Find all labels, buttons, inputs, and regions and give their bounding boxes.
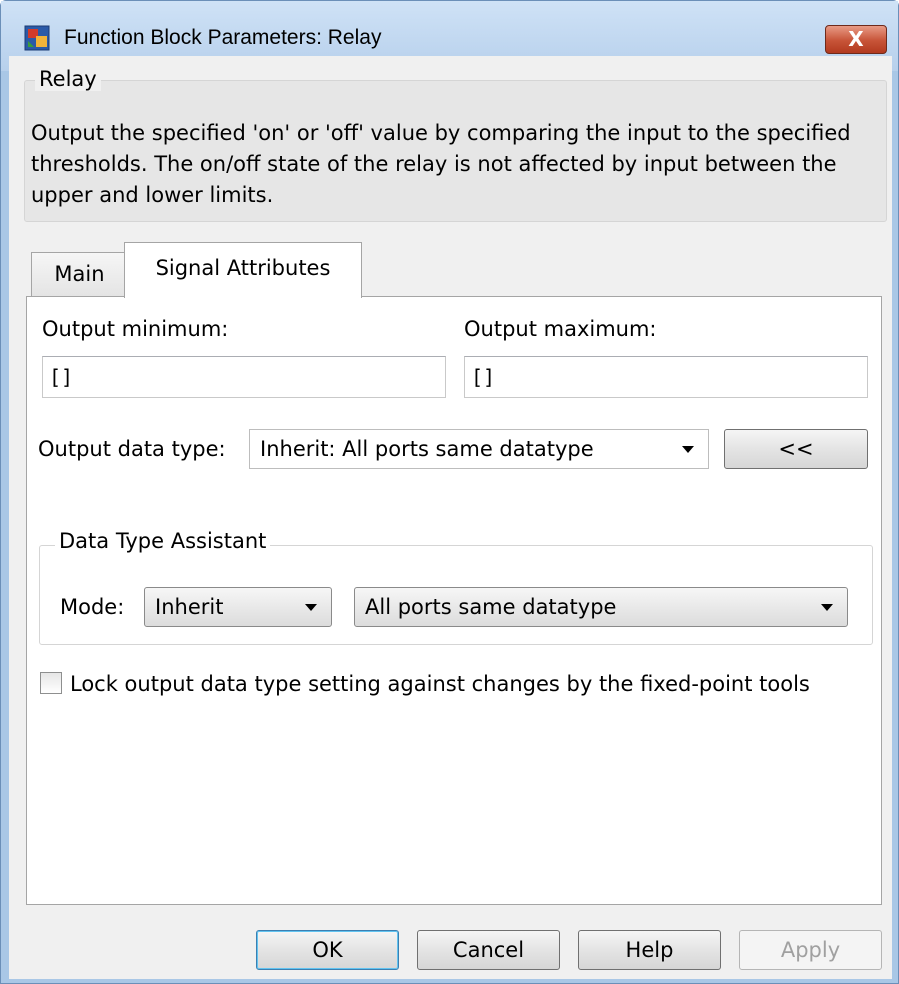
chevron-down-icon: [682, 446, 694, 453]
dialog-window: Function Block Parameters: Relay X Relay…: [0, 0, 899, 984]
apply-button[interactable]: Apply: [739, 930, 882, 970]
close-icon: X: [848, 27, 864, 51]
ok-button[interactable]: OK: [256, 930, 399, 970]
output-maximum-field[interactable]: []: [464, 356, 868, 398]
help-button[interactable]: Help: [578, 930, 721, 970]
inherit-rule-select[interactable]: All ports same datatype: [354, 587, 848, 627]
description-group-title: Relay: [35, 67, 101, 91]
output-data-type-label: Output data type:: [38, 437, 226, 461]
signal-attributes-panel: Output minimum: Output maximum: [] [] Ou…: [26, 296, 882, 905]
output-minimum-field[interactable]: []: [42, 356, 446, 398]
tab-signal-attributes[interactable]: Signal Attributes: [124, 242, 362, 298]
window-title: Function Block Parameters: Relay: [64, 26, 382, 49]
close-button[interactable]: X: [825, 25, 887, 54]
output-data-type-value: Inherit: All ports same datatype: [260, 437, 594, 461]
mode-select[interactable]: Inherit: [144, 587, 332, 627]
chevron-down-icon: [821, 604, 833, 611]
output-maximum-label: Output maximum:: [464, 317, 657, 341]
chevron-down-icon: [305, 604, 317, 611]
data-type-assistant-title: Data Type Assistant: [55, 529, 271, 553]
simulink-block-icon: [24, 25, 50, 51]
inherit-rule-value: All ports same datatype: [365, 595, 617, 619]
dialog-client-area: Relay Output the specified 'on' or 'off'…: [9, 56, 892, 979]
output-minimum-label: Output minimum:: [42, 317, 229, 341]
data-type-assistant-toggle-button[interactable]: <<: [724, 429, 868, 469]
mode-label: Mode:: [60, 595, 125, 619]
output-data-type-select[interactable]: Inherit: All ports same datatype: [249, 429, 709, 469]
mode-value: Inherit: [155, 595, 224, 619]
block-description: Output the specified 'on' or 'off' value…: [31, 121, 851, 207]
tab-main[interactable]: Main: [31, 252, 128, 296]
cancel-button[interactable]: Cancel: [417, 930, 560, 970]
lock-output-data-type-checkbox[interactable]: [40, 672, 62, 694]
lock-output-data-type-label[interactable]: Lock output data type setting against ch…: [70, 672, 810, 696]
